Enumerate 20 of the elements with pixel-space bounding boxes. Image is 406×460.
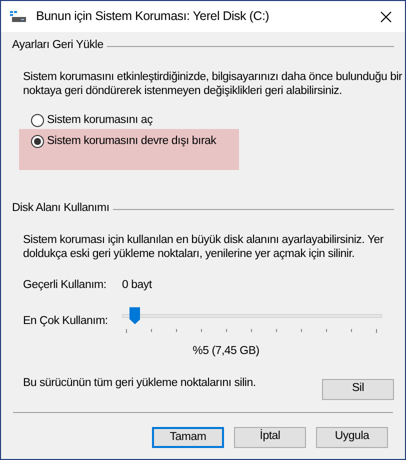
drive-icon [10, 10, 26, 22]
slider-thumb[interactable] [129, 307, 140, 324]
field-label: En Çok Kullanım: [23, 314, 109, 330]
window-title: Bunun için Sistem Koruması: Yerel Disk (C:) [36, 8, 270, 26]
slider[interactable] [122, 306, 382, 326]
field-label: Geçerli Kullanım: [23, 278, 108, 293]
description-text: Sistem koruması için kullanılan en büyük disk alanını ayarlayabilirsiniz. Yer doldukça eski geri yükleme noktaları, yenilerine yer açmak için silinir. [23, 233, 384, 261]
radio-option[interactable]: Sistem korumasını aç [31, 112, 153, 130]
value-text: 0 bayt [122, 278, 152, 293]
close-icon[interactable] [380, 10, 392, 22]
dialog-button[interactable]: Uygula [316, 426, 388, 448]
percentage-reading: %5 (7,45 GB) [192, 344, 260, 360]
dialog-button[interactable]: Tamam [152, 426, 224, 448]
group-title: Ayarları Geri Yükle [12, 38, 104, 54]
radio-option[interactable]: Sistem korumasını devre dışı bırak [31, 133, 216, 150]
delete-text: Bu sürücünün tüm geri yükleme noktalarını silin. [23, 376, 256, 390]
dialog-button[interactable]: İptal [234, 426, 306, 448]
delete-button[interactable]: Sil [322, 378, 394, 400]
description-text: Sistem korumasını etkinleştirdiğinizde, bilgisayarınızı daha önce bulunduğu bir noktaya geri döndürerek istenmeyen değişiklikleri geri alabilirsiniz. [23, 70, 403, 98]
group-title: Disk Alanı Kullanımı [12, 201, 110, 216]
